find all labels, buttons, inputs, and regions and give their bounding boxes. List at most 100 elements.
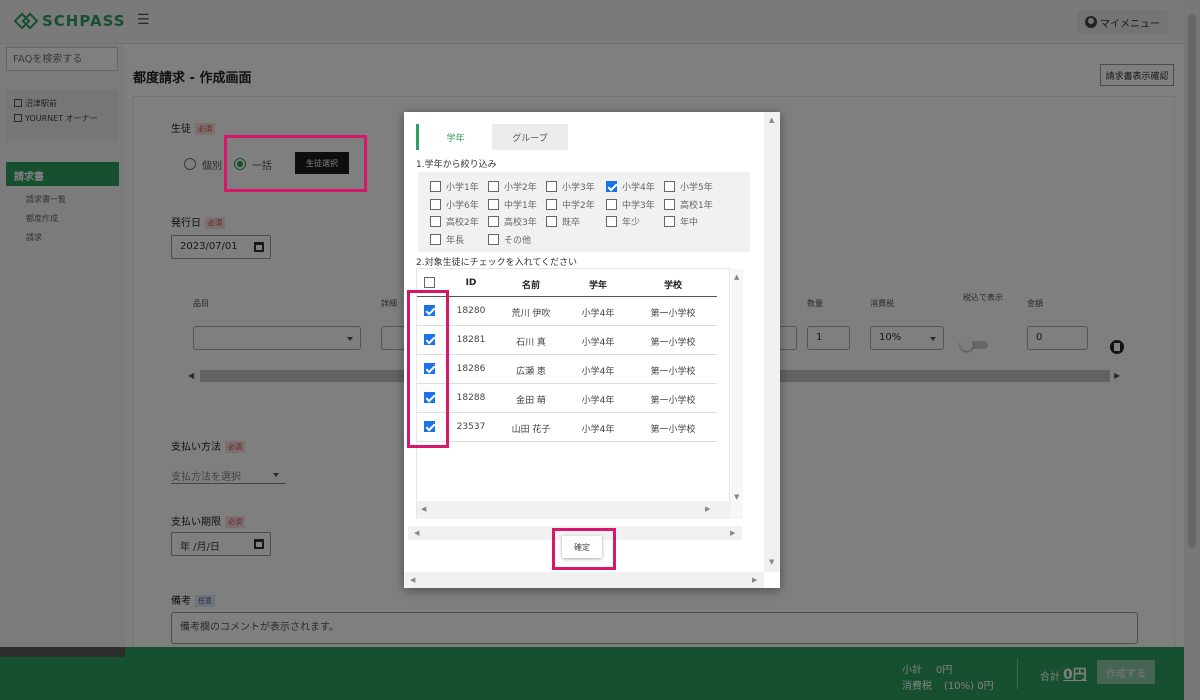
highlight-confirm-button [552, 528, 616, 570]
col-grade: 学年 [588, 281, 607, 291]
scroll-right-icon[interactable]: ▶ [705, 505, 710, 513]
select-all-checkbox[interactable] [424, 277, 435, 288]
grade-checkbox-item[interactable]: 高校3年 [488, 215, 537, 228]
grade-checkbox[interactable] [546, 216, 557, 227]
cell-id: 18281 [456, 335, 486, 345]
col-id: ID [465, 278, 477, 288]
grade-checkbox[interactable] [488, 216, 499, 227]
scroll-down-icon[interactable]: ▼ [769, 558, 774, 566]
scroll-left-icon[interactable]: ◀ [421, 505, 426, 513]
grade-checkbox-item[interactable]: 小学2年 [488, 180, 537, 193]
cell-school: 第一小学校 [650, 309, 696, 319]
cell-name: 山田 花子 [511, 425, 551, 435]
student-check-label: 2.対象生徒にチェックを入れてください [416, 258, 578, 268]
grade-checkbox-item[interactable]: 小学3年 [546, 180, 595, 193]
grade-checkbox-item[interactable]: その他 [488, 233, 531, 246]
grade-checkbox[interactable] [664, 216, 675, 227]
cell-name: 石川 真 [516, 338, 546, 348]
grade-checkbox-label: 小学1年 [446, 183, 479, 193]
scroll-up-icon[interactable]: ▲ [734, 273, 739, 281]
cell-id: 18280 [456, 306, 486, 316]
grade-checkbox-item[interactable]: 既卒 [546, 215, 580, 228]
table-row[interactable]: 18286 広瀬 恵 小学4年 第一小学校 [417, 355, 717, 384]
grade-checkbox-label: 高校1年 [680, 200, 713, 211]
grade-checkbox-item[interactable]: 小学4年 [606, 180, 655, 193]
scroll-up-icon[interactable]: ▲ [769, 116, 774, 124]
grade-checkbox[interactable] [430, 198, 441, 210]
cell-id: 23537 [456, 422, 486, 432]
table-horizontal-scrollbar[interactable]: ◀ ▶ [417, 501, 731, 519]
scroll-right-icon[interactable]: ▶ [752, 576, 757, 584]
highlight-bulk-select [224, 135, 367, 192]
grade-checkbox[interactable] [606, 198, 617, 210]
grade-checkbox-label: 年少 [622, 218, 641, 228]
grade-checkbox[interactable] [606, 216, 617, 227]
grade-checkbox-label: 中学1年 [504, 200, 537, 211]
scroll-left-icon[interactable]: ◀ [410, 576, 415, 584]
tab-grade[interactable]: 学年 [416, 124, 492, 150]
grade-checkbox-item[interactable]: 小学6年 [430, 198, 479, 211]
grade-checkbox-label: 小学3年 [562, 183, 595, 193]
grade-filter-label: 1.学年から絞り込み [416, 160, 497, 170]
grade-checkbox[interactable] [664, 198, 675, 210]
grade-checkbox[interactable] [664, 181, 675, 192]
cell-school: 第一小学校 [650, 425, 696, 435]
grade-checkbox[interactable] [546, 181, 557, 192]
table-vertical-scrollbar[interactable]: ▲ ▼ [731, 269, 743, 519]
highlight-student-checkboxes [407, 290, 449, 448]
col-name: 名前 [521, 281, 540, 291]
cell-id: 18286 [456, 364, 486, 374]
grade-checkbox[interactable] [430, 216, 441, 227]
modal-vertical-scrollbar[interactable]: ▲ ▼ [764, 112, 780, 572]
scroll-down-icon[interactable]: ▼ [734, 493, 739, 501]
grade-checkbox-label: 高校2年 [446, 218, 479, 228]
cell-grade: 小学4年 [581, 367, 615, 377]
grade-checkbox-item[interactable]: 中学2年 [546, 198, 595, 211]
cell-name: 荒川 伊吹 [511, 309, 551, 319]
cell-name: 広瀬 恵 [516, 367, 546, 377]
grade-checkbox-item[interactable]: 年中 [664, 215, 698, 228]
cell-name: 金田 萌 [516, 396, 546, 406]
scroll-left-icon[interactable]: ◀ [414, 529, 419, 537]
col-school: 学校 [663, 281, 682, 291]
grade-checkbox-label: 高校3年 [504, 218, 537, 228]
table-row[interactable]: 18288 金田 萌 小学4年 第一小学校 [417, 384, 717, 413]
scroll-right-icon[interactable]: ▶ [730, 529, 735, 537]
modal-horizontal-scrollbar[interactable]: ◀ ▶ [404, 572, 764, 588]
grade-checkbox[interactable] [606, 181, 617, 192]
table-header: ID 名前 学年 学校 [417, 269, 717, 297]
cell-school: 第一小学校 [650, 396, 696, 406]
cell-grade: 小学4年 [581, 338, 615, 348]
grade-checkbox-label: 小学4年 [622, 183, 655, 193]
grade-checkbox[interactable] [430, 233, 441, 245]
grade-checkbox-item[interactable]: 中学3年 [606, 198, 655, 211]
grade-checkbox-item[interactable]: 年少 [606, 215, 640, 228]
table-row[interactable]: 23537 山田 花子 小学4年 第一小学校 [417, 413, 717, 442]
cell-school: 第一小学校 [650, 338, 696, 348]
cell-id: 18288 [456, 393, 486, 403]
grade-checkbox-item[interactable]: 小学5年 [664, 180, 713, 193]
grade-checkbox[interactable] [430, 181, 441, 192]
student-table: ID 名前 学年 学校 18280 荒川 伊吹 小学4年 第一小学校 18281 石川 真… [416, 268, 743, 519]
cell-school: 第一小学校 [650, 367, 696, 377]
grade-checkbox-label: 小学2年 [504, 183, 537, 193]
cell-grade: 小学4年 [581, 425, 615, 435]
grade-filter-box: 小学1年 小学2年 小学3年 小学4年 小学5年小学6年 中学1年 中学2年 中学3年 高校1年… [418, 172, 750, 252]
cell-grade: 小学4年 [581, 309, 615, 319]
grade-checkbox[interactable] [546, 198, 557, 210]
grade-checkbox[interactable] [488, 233, 499, 245]
grade-checkbox-item[interactable]: 中学1年 [488, 198, 537, 211]
grade-checkbox-label: 年長 [446, 235, 465, 246]
grade-checkbox-label: 中学2年 [562, 200, 595, 211]
table-row[interactable]: 18280 荒川 伊吹 小学4年 第一小学校 [417, 297, 717, 326]
table-row[interactable]: 18281 石川 真 小学4年 第一小学校 [417, 326, 717, 355]
grade-checkbox[interactable] [488, 198, 499, 210]
grade-checkbox-item[interactable]: 年長 [430, 233, 464, 246]
grade-checkbox-label: 年中 [680, 218, 699, 228]
grade-checkbox-item[interactable]: 高校2年 [430, 215, 479, 228]
grade-checkbox-label: その他 [504, 235, 532, 246]
grade-checkbox[interactable] [488, 181, 499, 192]
grade-checkbox-item[interactable]: 高校1年 [664, 198, 713, 211]
tab-group[interactable]: グループ [492, 124, 568, 150]
grade-checkbox-item[interactable]: 小学1年 [430, 180, 479, 193]
